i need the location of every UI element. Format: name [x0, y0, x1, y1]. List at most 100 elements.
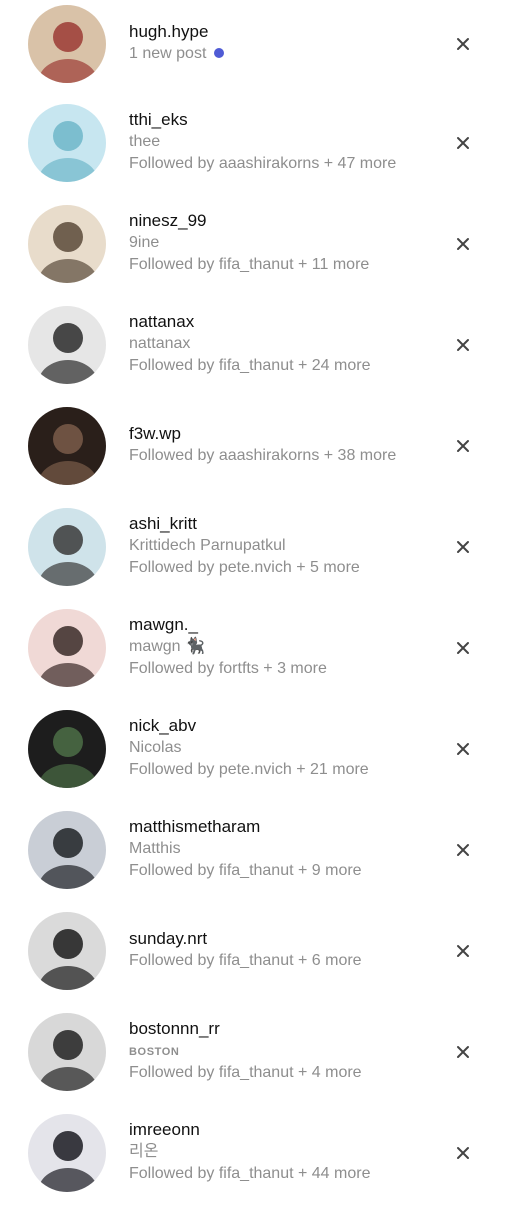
- avatar[interactable]: [28, 306, 106, 384]
- dismiss-button[interactable]: [452, 1041, 474, 1063]
- avatar[interactable]: [28, 407, 106, 485]
- close-icon: [457, 945, 469, 957]
- subtitle-text: 1 new post: [129, 45, 207, 62]
- dismiss-button[interactable]: [452, 839, 474, 861]
- avatar[interactable]: [28, 104, 106, 182]
- close-icon: [457, 844, 469, 856]
- close-icon: [457, 541, 469, 553]
- full-name: Krittidech Parnupatkul: [129, 536, 435, 556]
- suggestion-text: imreeonn 리온 Followed by fifa_thanut + 44 m…: [129, 1120, 435, 1184]
- followed-by-text: Followed by pete.nvich + 21 more: [129, 761, 369, 778]
- suggestion-text: nick_abv Nicolas Followed by pete.nvich + …: [129, 716, 435, 780]
- suggestion-text: nattanax nattanax Followed by fifa_thanut …: [129, 312, 435, 376]
- dismiss-button[interactable]: [452, 334, 474, 356]
- avatar[interactable]: [28, 1013, 106, 1091]
- close-icon: [457, 642, 469, 654]
- close-icon: [457, 743, 469, 755]
- subtitle-text: nattanax: [129, 335, 191, 352]
- suggestion-text: matthismetharam Matthis Followed by fifa_t…: [129, 817, 435, 881]
- dismiss-button[interactable]: [452, 435, 474, 457]
- suggestion-row[interactable]: imreeonn 리온 Followed by fifa_thanut + 44 m…: [0, 1114, 505, 1214]
- suggestion-row[interactable]: f3w.wp Followed by aaashirakorns + 38 mor…: [0, 407, 505, 507]
- username[interactable]: imreeonn: [129, 1120, 435, 1140]
- dismiss-button[interactable]: [452, 132, 474, 154]
- followed-by-text: Followed by pete.nvich + 5 more: [129, 559, 360, 576]
- full-name: Nicolas: [129, 738, 435, 758]
- username[interactable]: nick_abv: [129, 716, 435, 736]
- subtitle-text: thee: [129, 133, 161, 150]
- username[interactable]: hugh.hype: [129, 22, 435, 42]
- suggestion-row[interactable]: matthismetharam Matthis Followed by fifa_t…: [0, 811, 505, 911]
- subtitle-text: Followed by fifa_thanut + 6 more: [129, 952, 362, 969]
- suggestion-row[interactable]: mawgn._mawgn 🐈‍⬛ Followed by fortfts + 3 …: [0, 609, 505, 709]
- suggestion-text: tthi_eksthee Followed by aaashirakorns + …: [129, 110, 435, 174]
- avatar[interactable]: [28, 508, 106, 586]
- close-icon: [457, 339, 469, 351]
- suggestion-text: ashi_kritt Krittidech Parnupatkul Followed…: [129, 514, 435, 578]
- avatar[interactable]: [28, 710, 106, 788]
- followed-by-text: Followed by fifa_thanut + 44 more: [129, 1165, 371, 1182]
- full-name: thee: [129, 132, 435, 152]
- followed-by-text: Followed by fifa_thanut + 11 more: [129, 256, 370, 273]
- close-icon: [457, 238, 469, 250]
- close-icon: [457, 38, 469, 50]
- suggestion-row[interactable]: sunday.nrt Followed by fifa_thanut + 6 mo…: [0, 912, 505, 1012]
- close-icon: [457, 1046, 469, 1058]
- full-name: nattanax: [129, 334, 435, 354]
- subtitle-text: 리온: [129, 1143, 159, 1160]
- close-icon: [457, 137, 469, 149]
- close-icon: [457, 1147, 469, 1159]
- subtitle-text: Followed by aaashirakorns + 38 more: [129, 447, 397, 464]
- dismiss-button[interactable]: [452, 536, 474, 558]
- username[interactable]: mawgn._: [129, 615, 435, 635]
- followed-by-text: Followed by fifa_thanut + 24 more: [129, 357, 371, 374]
- avatar[interactable]: [28, 5, 106, 83]
- suggestion-row[interactable]: hugh.hype 1 new post: [0, 5, 505, 105]
- subtitle-text: Krittidech Parnupatkul: [129, 537, 286, 554]
- avatar[interactable]: [28, 1114, 106, 1192]
- username[interactable]: matthismetharam: [129, 817, 435, 837]
- username[interactable]: f3w.wp: [129, 424, 435, 444]
- suggestion-text: bostonnn_rr BOSTON Followed by fifa_thanut…: [129, 1019, 435, 1083]
- avatar[interactable]: [28, 912, 106, 990]
- full-name: 1 new post: [129, 44, 435, 64]
- suggestion-text: f3w.wp Followed by aaashirakorns + 38 mor…: [129, 424, 435, 466]
- subtitle-text: 9ine: [129, 234, 160, 251]
- suggestion-row[interactable]: bostonnn_rr BOSTON Followed by fifa_thanut…: [0, 1013, 505, 1113]
- dismiss-button[interactable]: [452, 738, 474, 760]
- dismiss-button[interactable]: [452, 33, 474, 55]
- avatar[interactable]: [28, 205, 106, 283]
- suggestion-text: mawgn._mawgn 🐈‍⬛ Followed by fortfts + 3 …: [129, 615, 435, 679]
- dismiss-button[interactable]: [452, 940, 474, 962]
- username[interactable]: sunday.nrt: [129, 929, 435, 949]
- full-name: Matthis: [129, 839, 435, 859]
- suggestion-row[interactable]: ashi_kritt Krittidech Parnupatkul Followed…: [0, 508, 505, 608]
- suggestion-row[interactable]: ninesz_99 9ine Followed by fifa_thanut + 1…: [0, 205, 505, 305]
- suggestion-text: ninesz_99 9ine Followed by fifa_thanut + 1…: [129, 211, 435, 275]
- avatar[interactable]: [28, 609, 106, 687]
- suggestion-text: hugh.hype 1 new post: [129, 22, 435, 64]
- username[interactable]: ninesz_99: [129, 211, 435, 231]
- avatar[interactable]: [28, 811, 106, 889]
- full-name: 9ine: [129, 233, 435, 253]
- dismiss-button[interactable]: [452, 233, 474, 255]
- username[interactable]: nattanax: [129, 312, 435, 332]
- followed-by-text: Followed by fifa_thanut + 9 more: [129, 862, 362, 879]
- full-name: 리온: [129, 1142, 435, 1162]
- suggestion-row[interactable]: nick_abv Nicolas Followed by pete.nvich + …: [0, 710, 505, 810]
- followed-by-text: Followed by aaashirakorns + 47 more: [129, 155, 397, 172]
- subtitle-text: mawgn 🐈‍⬛: [129, 638, 205, 655]
- subtitle-text: Matthis: [129, 840, 181, 857]
- suggestion-row[interactable]: nattanax nattanax Followed by fifa_thanut …: [0, 306, 505, 406]
- username[interactable]: ashi_kritt: [129, 514, 435, 534]
- subtitle-text: BOSTON: [129, 1046, 180, 1058]
- close-icon: [457, 440, 469, 452]
- username[interactable]: tthi_eks: [129, 110, 435, 130]
- suggestion-text: sunday.nrt Followed by fifa_thanut + 6 mo…: [129, 929, 435, 971]
- dismiss-button[interactable]: [452, 637, 474, 659]
- suggestion-row[interactable]: tthi_eksthee Followed by aaashirakorns + …: [0, 104, 505, 204]
- username[interactable]: bostonnn_rr: [129, 1019, 435, 1039]
- followed-by-text: Followed by fortfts + 3 more: [129, 660, 327, 677]
- followed-by-text: Followed by fifa_thanut + 6 more: [129, 951, 435, 971]
- dismiss-button[interactable]: [452, 1142, 474, 1164]
